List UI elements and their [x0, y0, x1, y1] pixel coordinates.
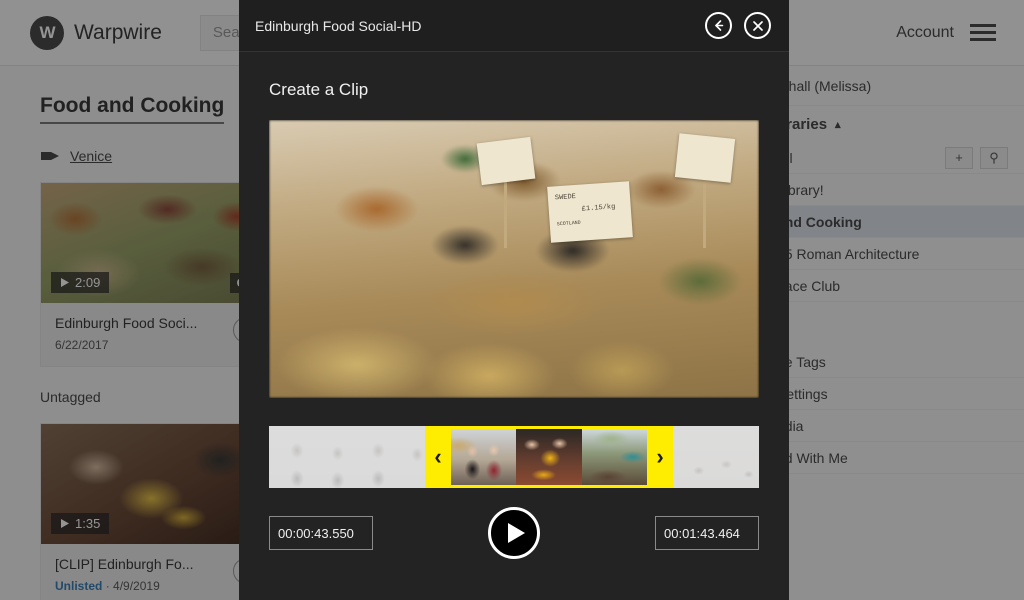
timeline-segment-selected[interactable] — [581, 429, 647, 485]
clip-start-time-input[interactable]: 00:00:43.550 — [269, 516, 373, 550]
modal-header-actions — [705, 12, 771, 39]
video-preview[interactable]: SWEDE £1.15/kg SCOTLAND — [269, 120, 759, 398]
produce-sign-swede: SWEDE £1.15/kg SCOTLAND — [547, 181, 633, 243]
clip-start-handle[interactable]: ‹ — [425, 426, 451, 488]
timeline-segment-unselected-left[interactable] — [269, 426, 425, 488]
screen-root: W Warpwire Search... Account Food and Co… — [0, 0, 1024, 600]
back-arrow-icon[interactable] — [705, 12, 732, 39]
clip-controls: 00:00:43.550 00:01:43.464 — [269, 507, 759, 559]
produce-sign-blank — [674, 133, 736, 183]
clip-timeline[interactable]: ‹ › — [269, 426, 759, 488]
create-clip-modal: Edinburgh Food Social-HD Create a Clip S… — [239, 0, 789, 600]
sign-origin: SCOTLAND — [556, 219, 581, 228]
sign-stick — [504, 178, 507, 248]
modal-body: Create a Clip SWEDE £1.15/kg SCOTLAND ‹ — [239, 52, 789, 600]
timeline-segment-unselected-right[interactable] — [673, 426, 759, 488]
timeline-segment-selected[interactable] — [516, 429, 582, 485]
play-button[interactable] — [488, 507, 540, 559]
sign-price: £1.15/kg — [581, 202, 616, 214]
produce-sign-blank — [476, 136, 536, 186]
timeline-segment-selected[interactable] — [451, 429, 517, 485]
clip-end-time-input[interactable]: 00:01:43.464 — [655, 516, 759, 550]
close-glyph — [752, 20, 763, 31]
close-icon[interactable] — [744, 12, 771, 39]
modal-header: Edinburgh Food Social-HD — [239, 0, 789, 52]
play-icon — [507, 523, 525, 543]
clip-selection-region[interactable] — [451, 426, 647, 488]
back-arrow-glyph — [715, 20, 724, 31]
modal-title: Edinburgh Food Social-HD — [255, 17, 422, 34]
sign-stick — [703, 176, 706, 248]
create-clip-heading: Create a Clip — [269, 80, 369, 99]
clip-end-handle[interactable]: › — [647, 426, 673, 488]
